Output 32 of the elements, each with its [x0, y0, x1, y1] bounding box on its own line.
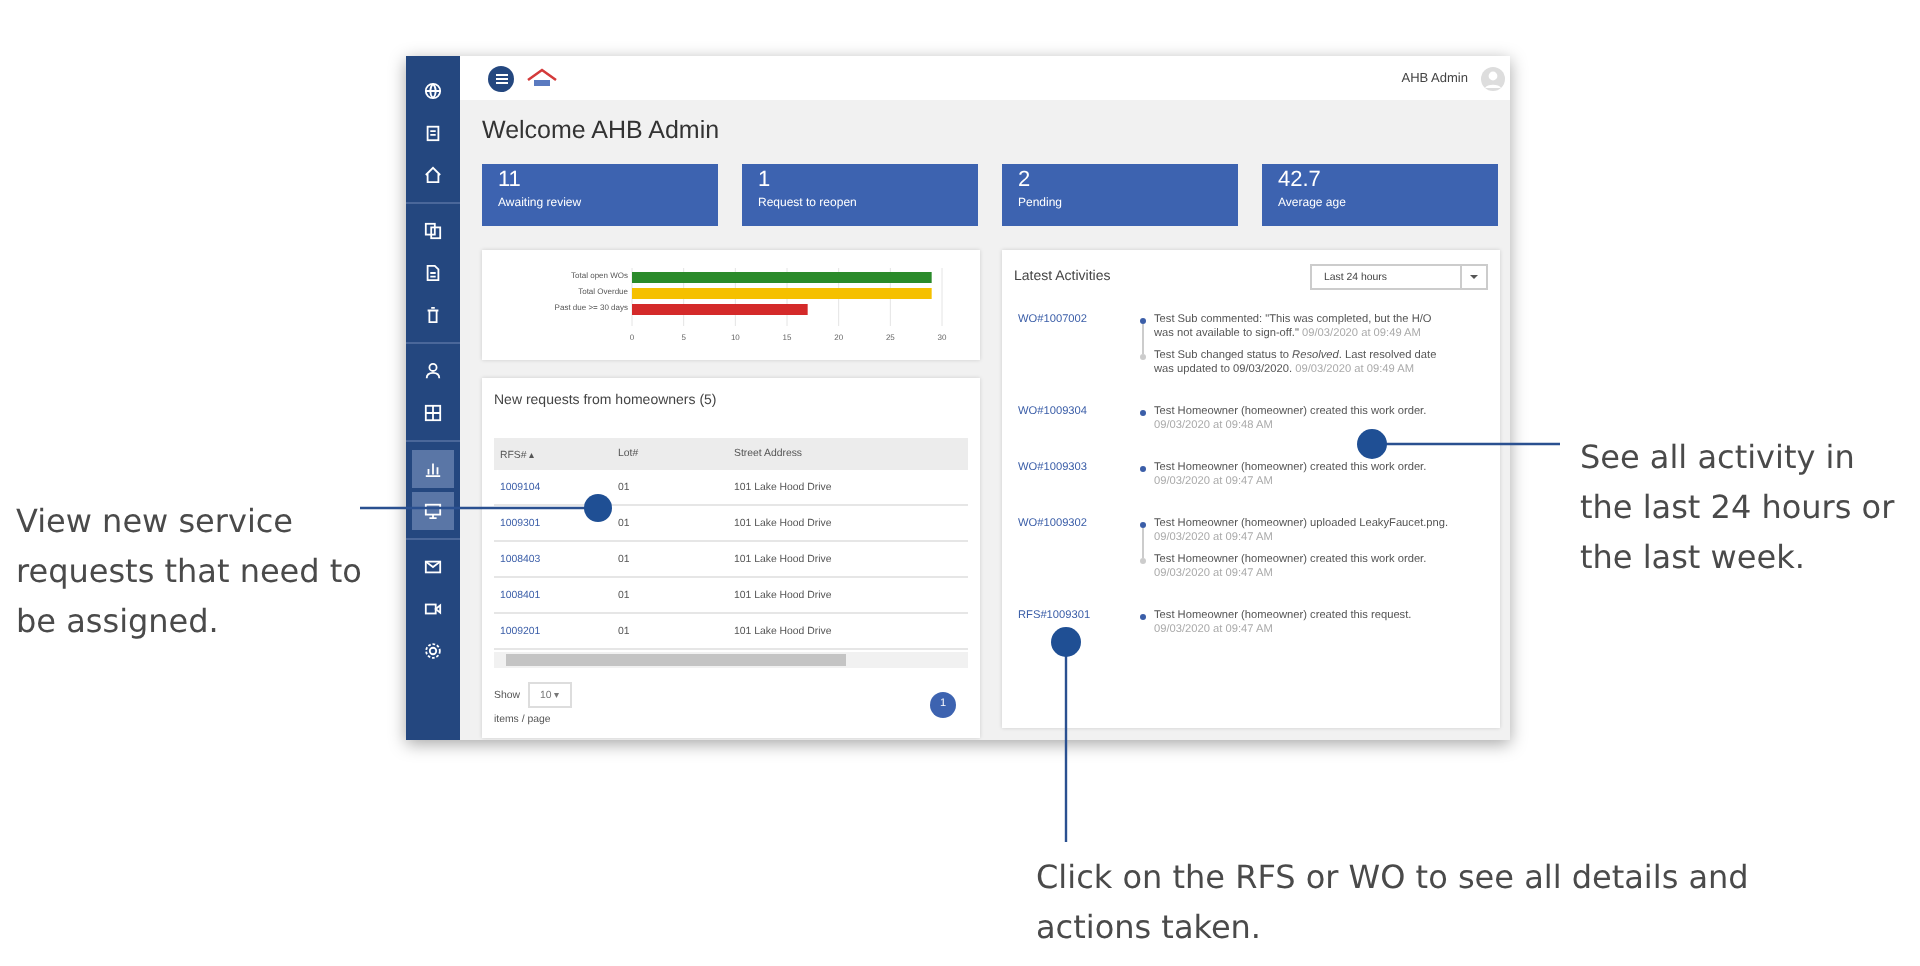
globe-icon — [424, 82, 442, 100]
house-logo-icon — [526, 68, 558, 88]
stat-value: 1 — [758, 168, 773, 194]
callout-text: View new service requests that need to be assigned. — [16, 500, 364, 644]
copy-icon — [424, 222, 442, 240]
stat-value: 42.7 — [1278, 168, 1323, 194]
timeline-dot — [1139, 317, 1145, 323]
gear-icon — [424, 642, 442, 660]
monitor-icon — [424, 502, 442, 520]
menu-icon — [495, 73, 507, 83]
video-icon — [424, 600, 442, 618]
horizontal-scrollbar[interactable] — [494, 652, 968, 668]
timeline-dot — [1139, 465, 1145, 471]
home-icon — [424, 166, 442, 184]
menu-button[interactable] — [488, 65, 514, 91]
mail-icon — [424, 558, 442, 576]
person-icon — [424, 362, 442, 380]
timeline-dot — [1139, 613, 1145, 619]
grid-icon — [424, 404, 442, 422]
sidebar-item[interactable] — [412, 492, 454, 530]
stat-value: 11 — [498, 168, 523, 194]
timeline-dot — [1139, 521, 1145, 527]
bar-chart-icon — [424, 460, 442, 478]
callout-text: See all activity in the last 24 hours or the last week. — [1580, 436, 1897, 580]
clipboard-icon — [424, 124, 442, 142]
timeline-dot — [1139, 409, 1145, 415]
callout-text: Click on the RFS or WO to see all details and actions taken. — [1036, 856, 1751, 950]
sidebar-item[interactable] — [412, 450, 454, 488]
document-icon — [424, 264, 442, 282]
trash-icon — [424, 306, 442, 324]
stat-value: 2 — [1018, 168, 1033, 194]
page-title: Welcome AHB Admin — [482, 116, 722, 144]
